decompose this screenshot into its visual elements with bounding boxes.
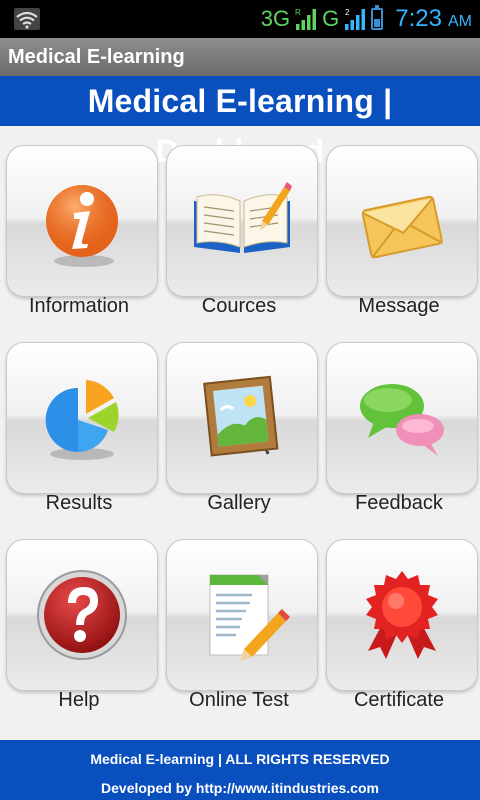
tile-help[interactable] [6,539,158,691]
app-title-bar: Medical E-learning [0,38,480,76]
roaming-marker: R [295,8,301,17]
pie-chart-icon [45,380,119,460]
network-g-label: G [322,6,340,31]
tile-gallery[interactable] [166,342,318,494]
question-icon [37,570,127,660]
tile-label-cources: Cources [201,295,277,317]
tile-message[interactable] [326,145,478,297]
tile-information[interactable] [6,145,158,297]
tile-cources[interactable] [166,145,318,297]
tile-label-feedback: Feedback [355,492,443,514]
tile-label-certificate: Certificate [353,689,445,711]
status-bar: 3G R G 2 7:23 AM [0,0,480,38]
status-time: 7:23 [395,5,442,32]
signal-strength-sim2-icon: 2 [345,8,366,30]
book-pencil-icon [194,182,292,253]
tile-label-help: Help [58,689,100,711]
envelope-icon [361,195,443,259]
award-ribbon-icon [366,571,438,659]
tile-certificate[interactable] [326,539,478,691]
tile-label-results: Results [45,492,113,514]
sim2-marker: 2 [345,8,350,17]
dashboard-header: Medical E-learning | Dashboard [0,76,480,169]
tile-results[interactable] [6,342,158,494]
app-title: Medical E-learning [8,46,185,68]
speech-bubbles-icon [360,384,444,456]
network-3g-label: 3G [260,6,291,31]
tile-online-test[interactable] [166,539,318,691]
battery-icon [371,5,384,30]
footer: Medical E-learning | ALL RIGHTS RESERVED… [0,740,480,800]
document-pencil-icon [209,574,290,661]
tile-label-gallery: Gallery [207,492,271,514]
footer-copyright: Medical E-learning | ALL RIGHTS RESERVED [90,751,390,767]
info-icon [46,185,118,267]
picture-frame-icon [203,375,279,457]
status-ampm: AM [448,13,472,30]
signal-strength-icon: R [295,8,317,30]
status-indicators: 3G R G 2 7:23 AM [261,4,472,34]
wifi-icon [14,8,40,30]
footer-developer-link[interactable]: Developed by http://www.itindustries.com [0,780,480,796]
tile-label-online-test: Online Test [189,689,289,711]
tile-label-message: Message [358,295,440,317]
tile-feedback[interactable] [326,342,478,494]
tile-label-information: Information [28,295,130,317]
